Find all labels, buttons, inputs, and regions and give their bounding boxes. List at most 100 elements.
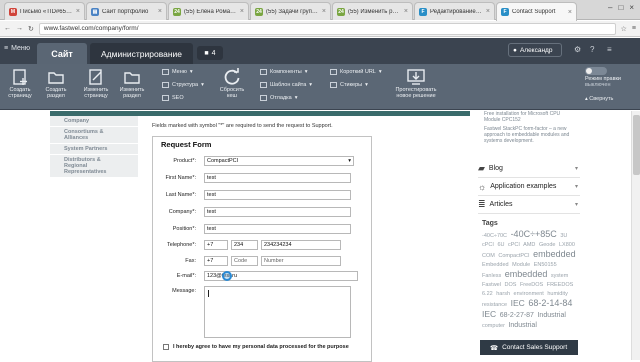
telephone-country-code[interactable]: +7: [204, 240, 228, 250]
test-solution-button[interactable]: Протестировать новое решение: [392, 67, 440, 99]
tag-link[interactable]: system: [551, 273, 568, 279]
edit-section-button[interactable]: Изменить раздел: [114, 67, 150, 99]
close-icon[interactable]: ×: [240, 8, 244, 15]
tag-link[interactable]: FreeDOS: [520, 282, 543, 288]
tag-link[interactable]: 6U: [497, 242, 504, 248]
scrollbar-thumb[interactable]: [633, 115, 640, 175]
tag-link[interactable]: Industrial: [508, 322, 536, 329]
browser-tab[interactable]: F Редактирование п... ×: [414, 2, 495, 20]
close-icon[interactable]: ×: [404, 8, 408, 15]
product-select[interactable]: CompactPCI ▾: [204, 156, 354, 166]
tag-link[interactable]: cPCI: [508, 242, 520, 248]
tab-site[interactable]: Сайт: [37, 43, 87, 64]
edit-page-button[interactable]: Изменить страницу: [78, 67, 114, 99]
menu-dropdown[interactable]: Меню ▾: [162, 69, 193, 75]
tag-link[interactable]: Geode: [539, 242, 556, 248]
tag-link[interactable]: Embedded: [482, 262, 509, 268]
question-icon[interactable]: ?: [590, 45, 594, 54]
tag-link[interactable]: 3U: [560, 233, 567, 239]
edit-mode-toggle[interactable]: Режим правки выключен ▴ Свернуть: [585, 66, 635, 102]
consent-checkbox[interactable]: [163, 344, 169, 350]
tag-link[interactable]: AMD: [523, 242, 535, 248]
debug-dropdown[interactable]: Отладка ▾: [260, 95, 298, 101]
browser-menu-icon[interactable]: ≡: [632, 25, 636, 32]
tag-link[interactable]: IEC: [482, 309, 496, 319]
user-menu[interactable]: ● Александр: [508, 43, 562, 57]
tag-link[interactable]: COM: [482, 253, 495, 259]
tag-link[interactable]: Fastwel: [482, 282, 501, 288]
tag-link[interactable]: DOS: [504, 282, 516, 288]
browser-tab[interactable]: 24 (55) Елена Роман... ×: [168, 2, 249, 20]
nav-item-system-partners[interactable]: System Partners: [50, 144, 138, 155]
tag-link[interactable]: 68-2-14-84: [528, 298, 572, 308]
structure-button[interactable]: Структура ▾: [162, 82, 204, 88]
close-window-icon[interactable]: ×: [629, 3, 634, 12]
collapse-button[interactable]: ▴ Свернуть: [585, 96, 635, 102]
tag-link[interactable]: computer: [482, 323, 505, 329]
minimize-icon[interactable]: –: [608, 3, 612, 12]
tag-link[interactable]: LX800: [559, 242, 575, 248]
settings-icon[interactable]: ⚙: [574, 45, 581, 54]
tag-link[interactable]: IEC: [511, 298, 525, 308]
seo-button[interactable]: SEO: [162, 95, 184, 101]
reset-cache-button[interactable]: Сбросить кеш: [214, 67, 250, 99]
url-field[interactable]: www.fastwel.com/company/form/: [38, 22, 616, 35]
tag-link[interactable]: CompactPCI: [498, 253, 529, 259]
sidebar-item-application-examples[interactable]: ☼ Application examples ▾: [478, 178, 580, 196]
close-icon[interactable]: ×: [76, 8, 80, 15]
components-dropdown[interactable]: Компоненты ▾: [260, 69, 307, 75]
tag-link[interactable]: resistance: [482, 302, 507, 308]
fax-number[interactable]: Number: [261, 256, 341, 266]
tag-link[interactable]: -40C÷70C: [482, 233, 507, 239]
create-page-button[interactable]: Создать страницу: [2, 67, 38, 99]
company-field[interactable]: test: [204, 207, 351, 217]
tag-link[interactable]: EN50155: [534, 262, 557, 268]
close-icon[interactable]: ×: [158, 8, 162, 15]
nav-item-distributors[interactable]: Distributors & Regional Representatives: [50, 155, 138, 178]
stickers-dropdown[interactable]: Стикеры ▾: [330, 82, 368, 88]
telephone-number[interactable]: 234234234: [261, 240, 341, 250]
star-icon[interactable]: ☆: [621, 25, 627, 33]
tag-link[interactable]: Module: [512, 262, 530, 268]
tag-link[interactable]: harsh: [496, 291, 510, 297]
browser-tab-active[interactable]: F Contact Support ×: [496, 2, 577, 21]
tag-link[interactable]: -40C÷+85C: [511, 229, 557, 239]
tag-link[interactable]: environment: [514, 291, 544, 297]
browser-tab[interactable]: 24 (55) Изменить рас... ×: [332, 2, 413, 20]
close-icon[interactable]: ×: [486, 8, 490, 15]
back-icon[interactable]: ←: [4, 25, 11, 32]
menu-button[interactable]: ≡ Меню: [4, 45, 30, 52]
tag-link[interactable]: cPCI: [482, 242, 494, 248]
tag-link[interactable]: 68-2-27-87: [500, 312, 534, 319]
tab-administration[interactable]: Администрирование: [90, 43, 193, 64]
sidebar-item-articles[interactable]: ≣ Articles ▾: [478, 196, 580, 214]
tag-link[interactable]: humidity: [547, 291, 567, 297]
fax-country-code[interactable]: +7: [204, 256, 228, 266]
short-url-dropdown[interactable]: Короткий URL ▾: [330, 69, 382, 75]
tag-link[interactable]: Fanless: [482, 273, 501, 279]
tag-link[interactable]: embedded: [533, 249, 576, 259]
pin-icon[interactable]: ≡: [607, 45, 612, 54]
tag-link[interactable]: embedded: [505, 269, 548, 279]
browser-tab[interactable]: 24 (55) Задачи группы ×: [250, 2, 331, 20]
toggle-switch[interactable]: [585, 67, 607, 75]
nav-item-company[interactable]: Company: [50, 116, 138, 127]
contact-sales-button[interactable]: ☎ Contact Sales Support: [480, 340, 578, 355]
reload-icon[interactable]: ↻: [28, 25, 34, 33]
message-textarea[interactable]: [204, 286, 351, 338]
tag-link[interactable]: 6.22: [482, 291, 493, 297]
browser-tab[interactable]: M Письмо «TID#654... ×: [4, 2, 85, 20]
telephone-area-code[interactable]: 234: [231, 240, 258, 250]
fax-area-code[interactable]: Code: [231, 256, 258, 266]
close-icon[interactable]: ×: [568, 9, 572, 16]
page-scrollbar[interactable]: [631, 111, 640, 360]
position-field[interactable]: test: [204, 224, 351, 234]
create-section-button[interactable]: Создать раздел: [38, 67, 74, 99]
last-name-field[interactable]: test: [204, 190, 351, 200]
notifications-button[interactable]: ■ 4: [197, 46, 223, 60]
close-icon[interactable]: ×: [322, 8, 326, 15]
sidebar-item-blog[interactable]: ▰ Blog ▾: [478, 160, 580, 178]
forward-icon[interactable]: →: [16, 25, 23, 32]
maximize-icon[interactable]: □: [618, 3, 623, 12]
tag-link[interactable]: FREEDOS: [547, 282, 574, 288]
